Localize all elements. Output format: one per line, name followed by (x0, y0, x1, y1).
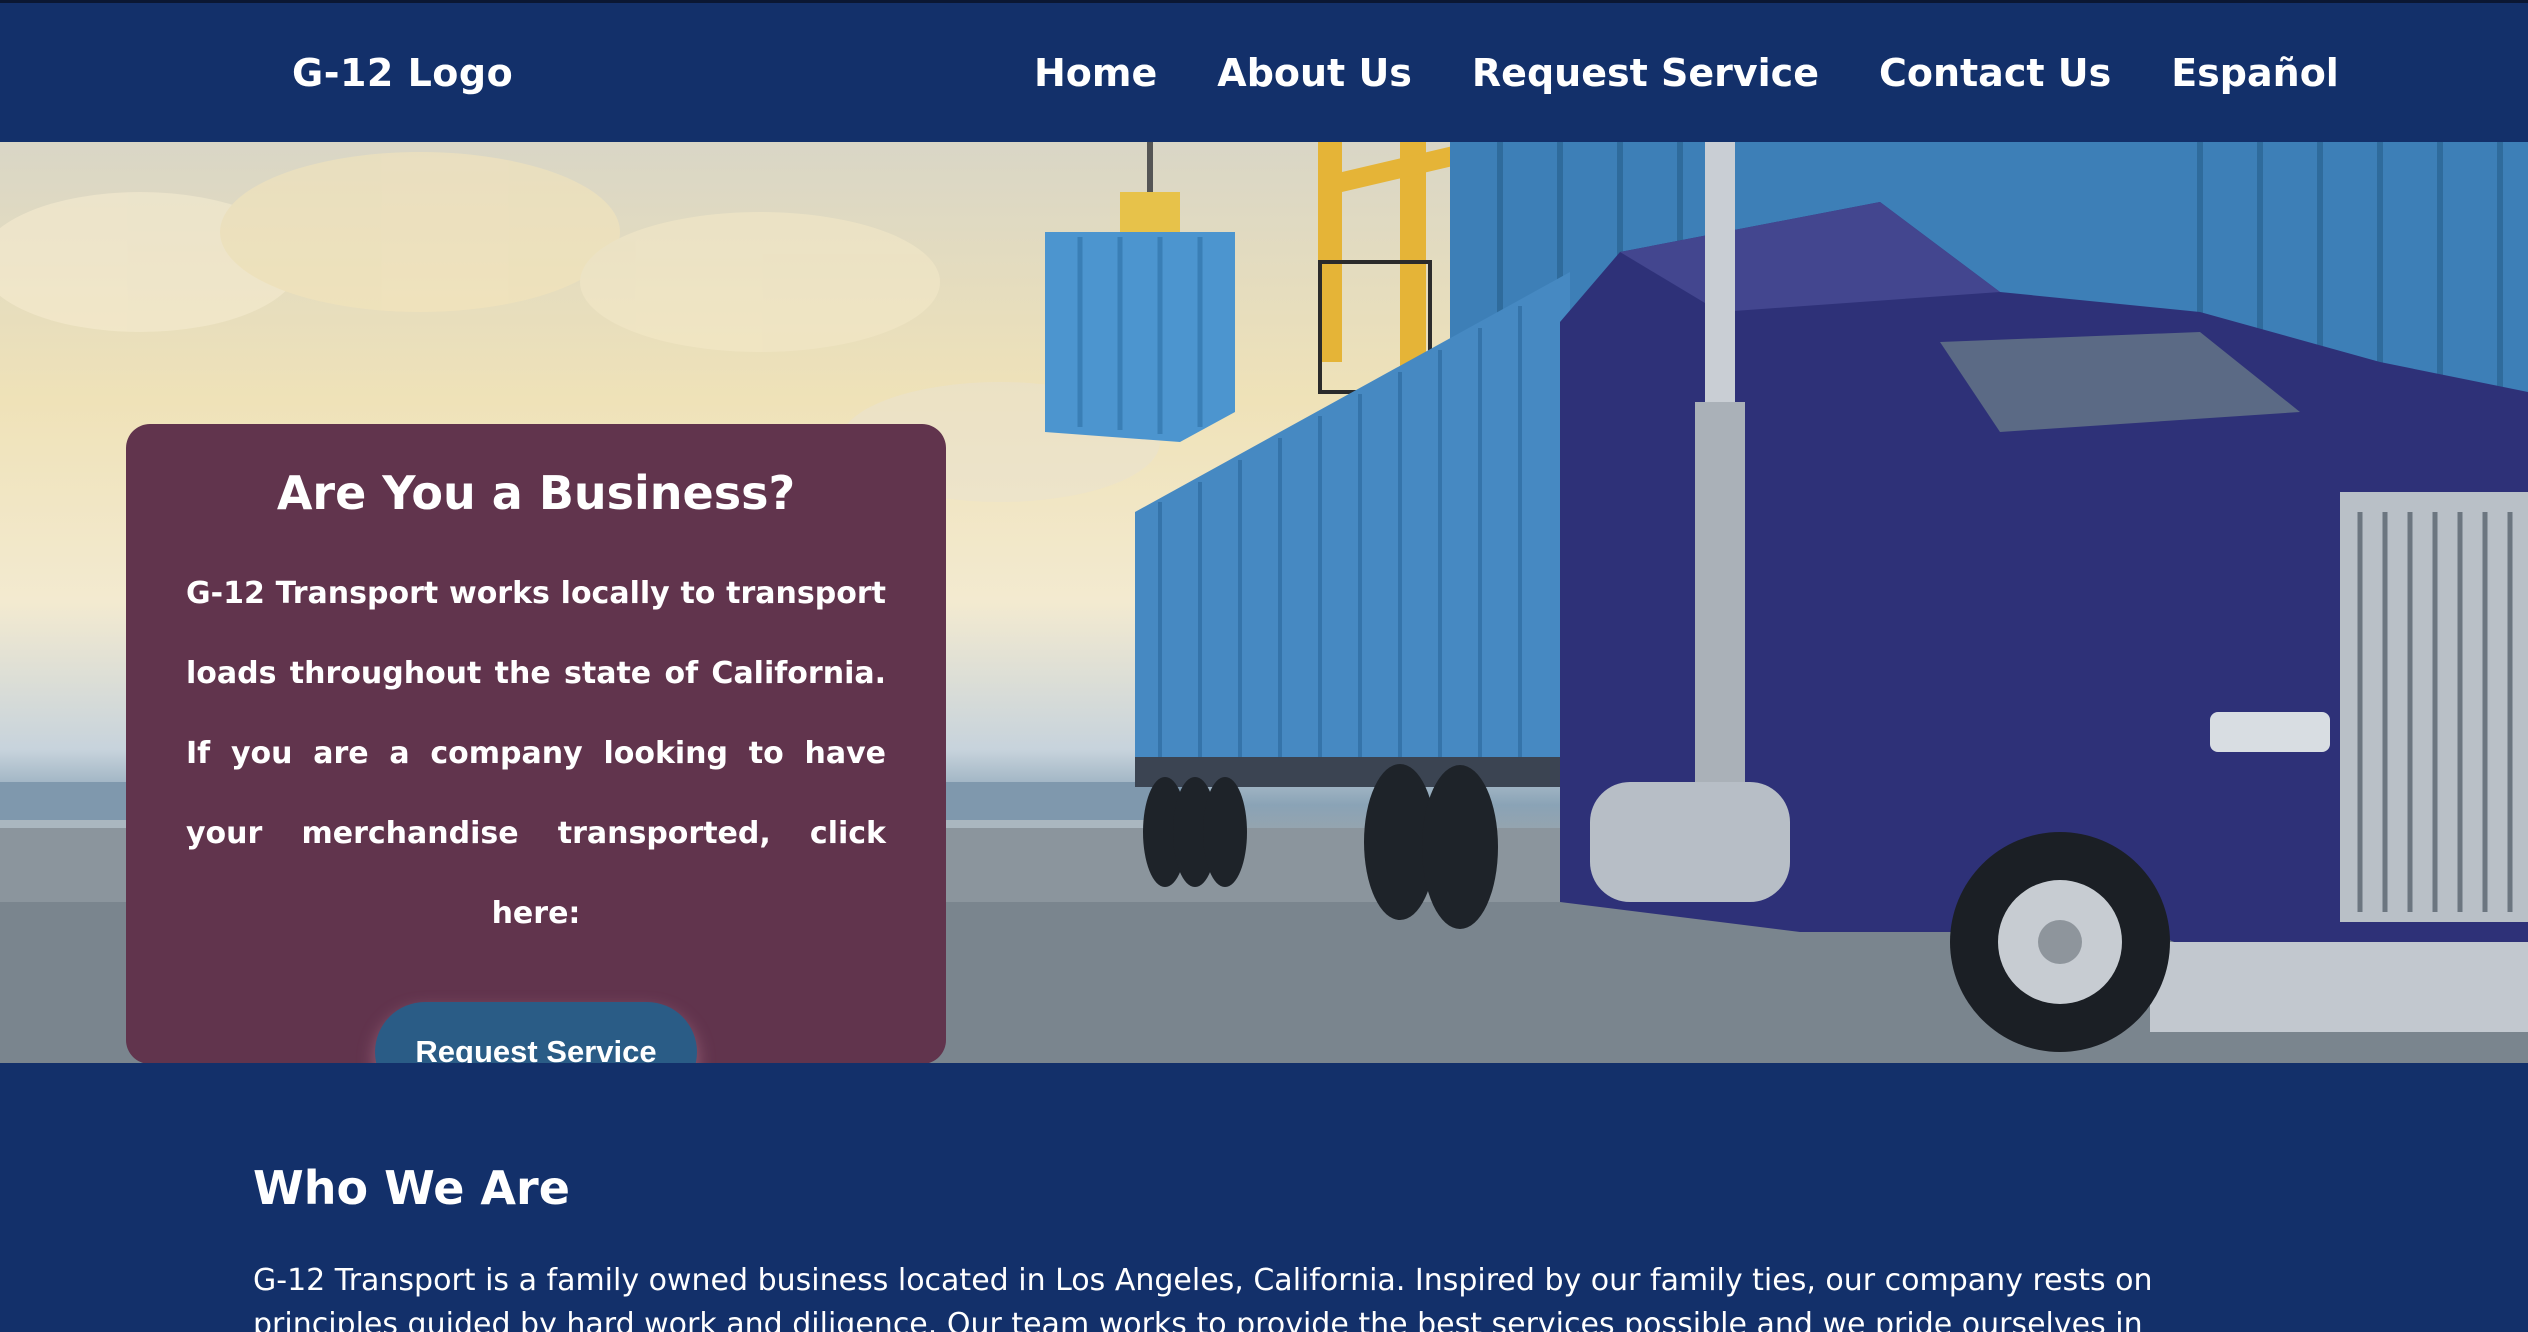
main-nav: Home About Us Request Service Contact Us… (1034, 51, 2339, 95)
who-we-are-section: Who We Are G-12 Transport is a family ow… (0, 1063, 2528, 1332)
card-title: Are You a Business? (276, 466, 796, 520)
nav-about-us-link[interactable]: About Us (1217, 51, 1412, 95)
who-we-are-title: Who We Are (253, 1161, 570, 1215)
nav-request-service-link[interactable]: Request Service (1472, 51, 1819, 95)
site-logo[interactable]: G-12 Logo (292, 51, 513, 95)
who-we-are-text: G-12 Transport is a family owned busines… (253, 1263, 2153, 1332)
nav-contact-us-link[interactable]: Contact Us (1879, 51, 2111, 95)
hero-section: Are You a Business? G-12 Transport works… (0, 142, 2528, 1063)
request-service-button[interactable]: Request Service (375, 1002, 697, 1063)
nav-home-link[interactable]: Home (1034, 51, 1157, 95)
card-body-text: G-12 Transport works locally to transpor… (186, 576, 886, 931)
nav-espanol-link[interactable]: Español (2171, 51, 2339, 95)
top-navigation-bar: G-12 Logo Home About Us Request Service … (0, 0, 2528, 142)
business-card: Are You a Business? G-12 Transport works… (126, 424, 946, 1063)
